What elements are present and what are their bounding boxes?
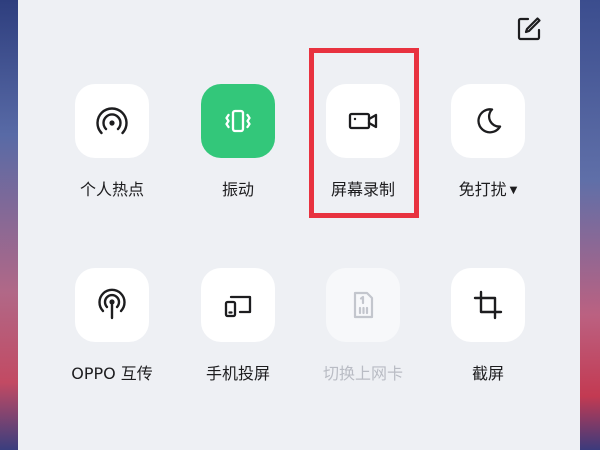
tile-label: 免打扰 [458,180,507,199]
tile-do-not-disturb-button[interactable] [451,84,525,158]
tile-label-with-dropdown[interactable]: 免打扰 ▼ [459,176,518,200]
tile-label: 个人热点 [79,180,144,199]
tile-label: OPPO 互传 [71,364,153,383]
screen-cast-icon [224,295,252,318]
tile-oppo-share[interactable]: OPPO 互传 [71,268,153,384]
vibrate-icon [225,109,251,133]
sim-card-icon [353,291,374,319]
edit-square-icon [517,17,541,41]
dropdown-caret-icon[interactable]: ▼ [510,185,518,196]
tile-personal-hotspot[interactable]: 个人热点 [75,84,149,200]
tile-personal-hotspot-button[interactable] [75,84,149,158]
tile-label: 振动 [221,180,254,199]
tile-switch-data-sim[interactable]: 切换上网卡 [323,268,404,384]
tile-label: 手机投屏 [205,364,270,383]
tile-do-not-disturb[interactable]: 免打扰 ▼ [451,84,525,200]
tile-label: 截屏 [471,364,504,383]
moon-icon [477,108,502,134]
wallpaper-right-edge [580,0,600,450]
tile-switch-data-sim-button[interactable] [326,268,400,342]
tile-screen-cast-button[interactable] [201,268,275,342]
share-antenna-icon [98,288,126,320]
tile-screenshot-button[interactable] [451,268,525,342]
tile-screen-cast[interactable]: 手机投屏 [201,268,275,384]
tile-vibrate-button[interactable] [201,84,275,158]
tile-oppo-share-button[interactable] [75,268,149,342]
tile-label: 切换上网卡 [323,364,404,383]
edit-tiles-button[interactable] [514,14,544,44]
screen-record-highlight-box [309,48,419,218]
hotspot-icon [96,107,128,135]
wallpaper-left-edge [0,0,18,450]
quick-settings-panel: 个人热点 振动 屏幕录制 免打扰 ▼ OPPO 互传 手机投屏 切换上网卡 截屏 [18,0,580,450]
crop-icon [473,290,503,320]
tile-vibrate[interactable]: 振动 [201,84,275,200]
tile-screenshot[interactable]: 截屏 [451,268,525,384]
